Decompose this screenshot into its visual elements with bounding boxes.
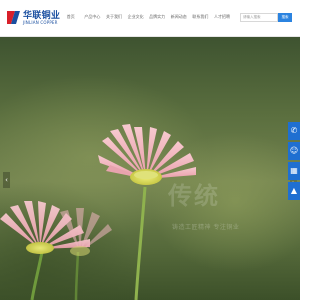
nav-item-news[interactable]: 新闻动态 bbox=[168, 14, 190, 24]
back-to-top-button[interactable]: ▲ bbox=[288, 182, 300, 200]
nav-item-about[interactable]: 关于我们 bbox=[103, 14, 125, 24]
nav-item-culture[interactable]: 企业文化 bbox=[125, 14, 147, 24]
nav-item-careers[interactable]: 人才招聘 bbox=[211, 14, 233, 24]
nav-item-brand[interactable]: 品牌实力 bbox=[146, 14, 168, 24]
banner-subslogan: 铸造工匠精神 专注铜业 bbox=[172, 224, 240, 231]
background-flower bbox=[60, 208, 112, 256]
qrcode-icon: ▦ bbox=[290, 166, 298, 175]
side-phone-button[interactable]: ✆ bbox=[288, 122, 300, 140]
flower-photo bbox=[0, 124, 196, 300]
banner-slogan: 传统 bbox=[168, 181, 220, 210]
hero-banner: 传统 铸造工匠精神 专注铜业 ‹ › bbox=[0, 37, 300, 300]
phone-icon: ✆ bbox=[290, 126, 298, 135]
qq-icon: ☺ bbox=[289, 146, 299, 155]
logo[interactable]: 华联铜业 JINLIAN COPPER bbox=[6, 9, 60, 29]
main-nav: 首页 产品中心 关于我们 企业文化 品牌实力 新闻动态 联系我们 人才招聘 bbox=[60, 14, 233, 24]
logo-mark-icon bbox=[7, 11, 20, 24]
search-input[interactable]: 请输入搜索 bbox=[240, 13, 278, 22]
nav-item-contact[interactable]: 联系我们 bbox=[190, 14, 212, 24]
carousel-prev-button[interactable]: ‹ bbox=[3, 172, 10, 188]
side-qrcode-button[interactable]: ▦ bbox=[288, 162, 300, 180]
back-to-top-icon: ▲ bbox=[290, 186, 298, 195]
brand-name-en: JINLIAN COPPER bbox=[23, 20, 58, 25]
nav-item-products[interactable]: 产品中心 bbox=[82, 14, 104, 24]
search-button[interactable]: 搜索 bbox=[278, 13, 292, 22]
chevron-left-icon: ‹ bbox=[5, 176, 8, 184]
side-toolbar: ✆ ☺ ▦ ▲ bbox=[288, 122, 300, 202]
site-header: 华联铜业 JINLIAN COPPER 首页 产品中心 关于我们 企业文化 品牌… bbox=[0, 0, 300, 37]
nav-item-home[interactable]: 首页 bbox=[60, 14, 82, 24]
side-qq-button[interactable]: ☺ bbox=[288, 142, 300, 160]
